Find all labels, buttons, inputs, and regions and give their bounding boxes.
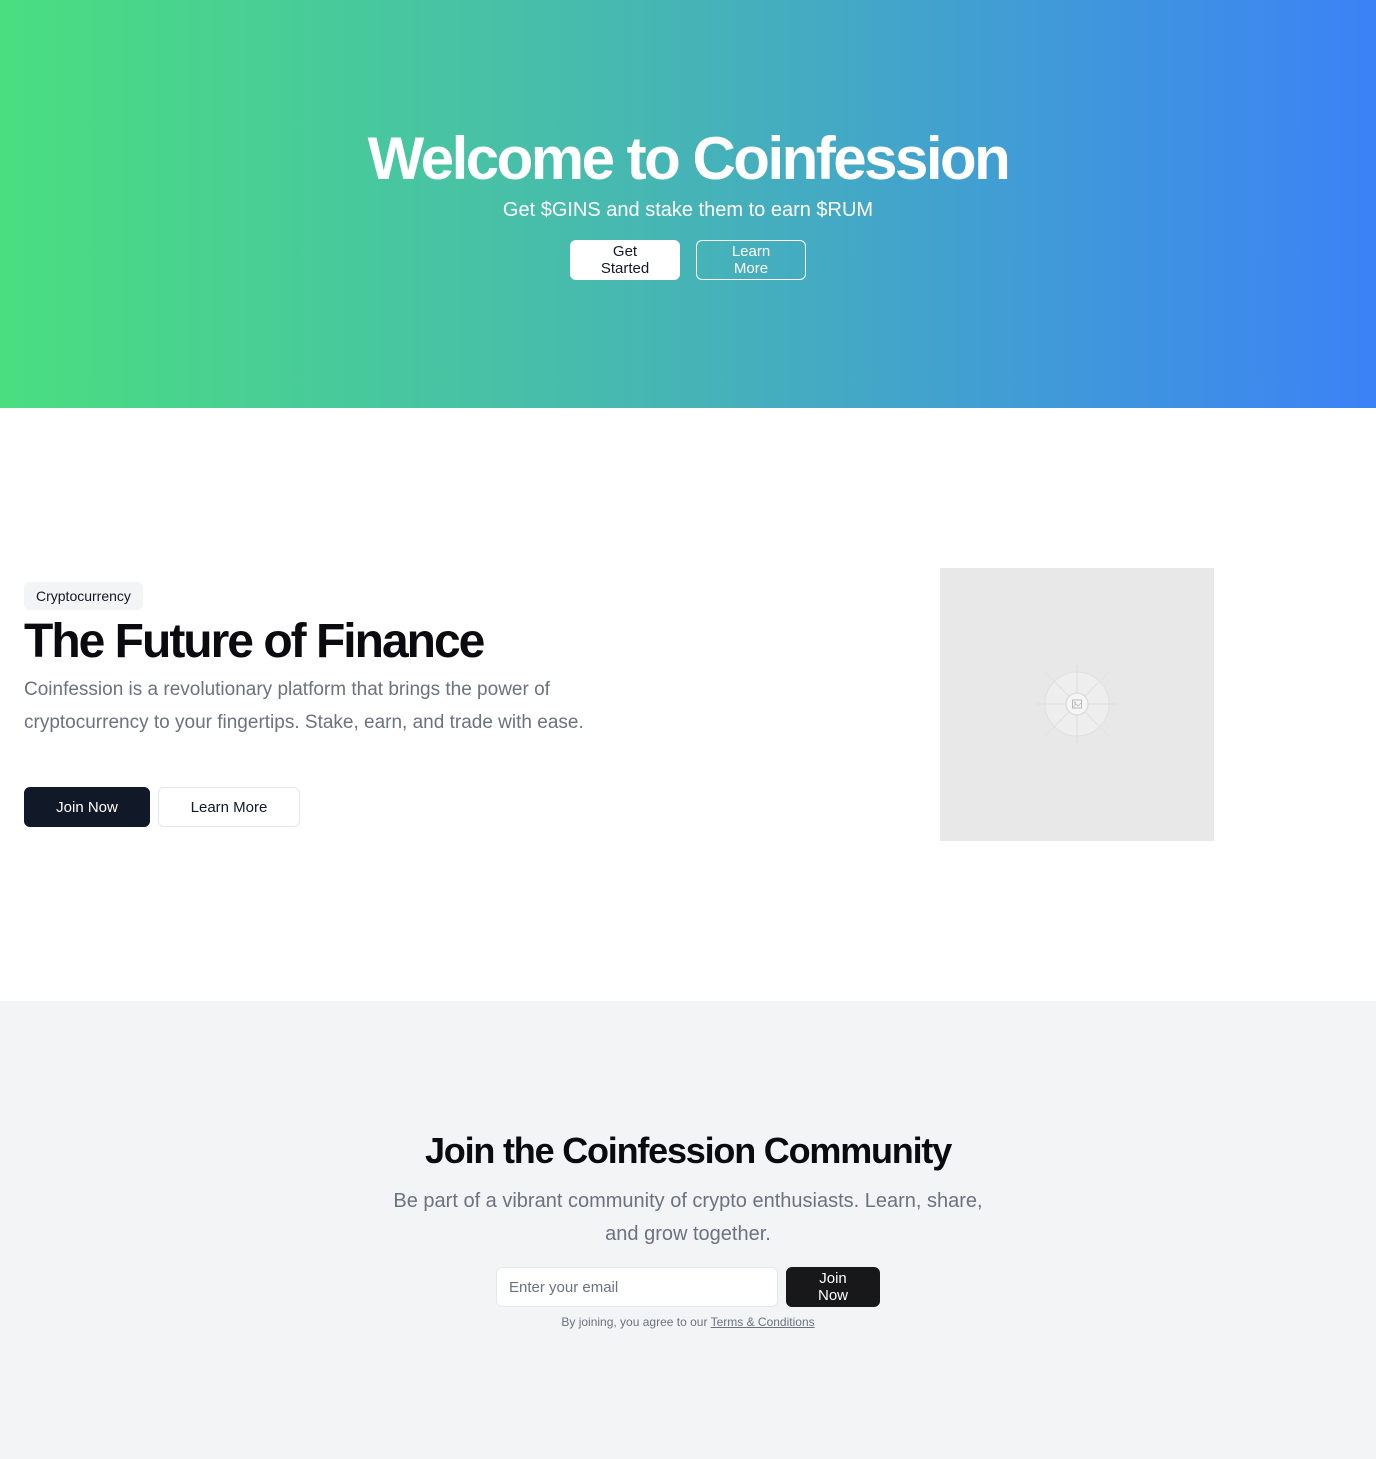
get-started-button[interactable]: Get Started [570, 240, 680, 280]
hero-section: Welcome to Coinfession Get $GINS and sta… [0, 0, 1376, 408]
feature-learn-more-button[interactable]: Learn More [158, 787, 300, 827]
hero-subtitle: Get $GINS and stake them to earn $RUM [502, 199, 874, 221]
feature-image-placeholder [940, 568, 1214, 841]
hero-title: Welcome to Coinfession [367, 125, 1011, 192]
signup-form: Join Now [496, 1267, 880, 1307]
community-join-now-button[interactable]: Join Now [786, 1267, 880, 1307]
email-input[interactable] [496, 1267, 778, 1307]
feature-actions: Join Now Learn More [24, 787, 300, 827]
terms-link[interactable]: Terms & Conditions [711, 1315, 815, 1329]
legal-notice: By joining, you agree to our Terms & Con… [0, 1315, 1376, 1329]
hero-actions: Get Started Learn More [0, 240, 1376, 280]
category-badge: Cryptocurrency [24, 582, 143, 610]
legal-prefix: By joining, you agree to our [561, 1315, 711, 1329]
community-section: Join the Coinfession Community Be part o… [0, 1001, 1376, 1459]
community-title: Join the Coinfession Community [424, 1130, 952, 1171]
join-now-button[interactable]: Join Now [24, 787, 150, 827]
image-placeholder-icon [1037, 664, 1117, 744]
feature-title: The Future of Finance [24, 615, 485, 668]
community-description: Be part of a vibrant community of crypto… [393, 1190, 983, 1245]
feature-description: Coinfession is a revolutionary platform … [24, 679, 584, 733]
hero-learn-more-button[interactable]: Learn More [696, 240, 806, 280]
